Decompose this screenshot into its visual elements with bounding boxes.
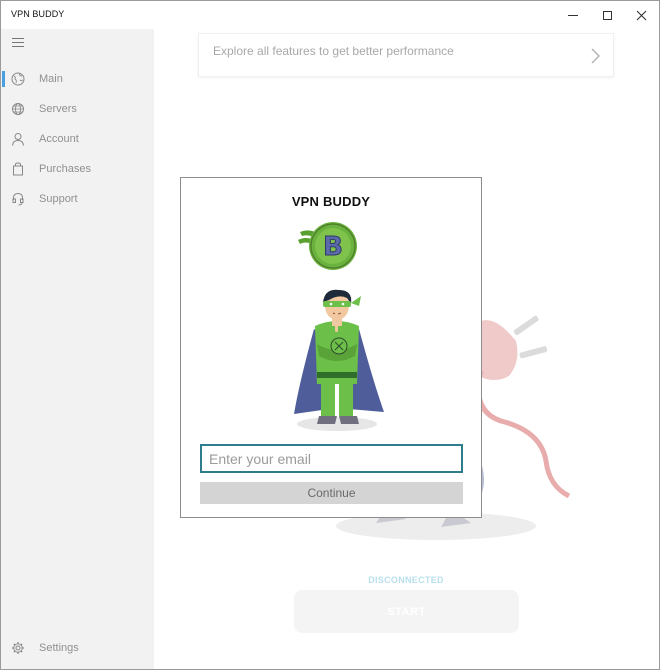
continue-button-label: Continue: [307, 486, 356, 500]
app-window: VPN BUDDY Main Servers Account Purchases…: [0, 0, 660, 670]
superhero-mascot-illustration: [294, 289, 384, 431]
dialog-title: VPN BUDDY: [291, 194, 371, 209]
svg-text:B: B: [323, 232, 343, 262]
window-title: VPN BUDDY: [11, 9, 65, 19]
sidebar-item-label: Account: [39, 133, 79, 145]
banner-text: Explore all features to get better perfo…: [213, 44, 454, 58]
sidebar-item-account[interactable]: Account: [1, 125, 154, 153]
start-button[interactable]: START: [294, 590, 519, 633]
maximize-button[interactable]: [590, 1, 624, 29]
sidebar-item-main[interactable]: Main: [1, 65, 154, 93]
login-dialog: VPN BUDDY B Enter your email Continue: [180, 177, 482, 518]
vpn-buddy-logo: B: [298, 222, 357, 270]
minimize-icon: [568, 14, 578, 16]
close-button[interactable]: [624, 1, 658, 29]
sidebar-item-purchases[interactable]: Purchases: [1, 155, 154, 183]
sidebar-item-label: Main: [39, 73, 63, 85]
continue-button[interactable]: Continue: [200, 482, 463, 504]
sidebar-item-label: Support: [39, 193, 78, 205]
connection-status: DISCONNECTED: [368, 575, 444, 585]
chevron-right-icon: [591, 48, 600, 64]
maximize-icon: [602, 10, 612, 20]
features-banner[interactable]: Explore all features to get better perfo…: [198, 33, 614, 77]
email-input[interactable]: [200, 444, 463, 473]
sidebar-item-label: Settings: [39, 642, 79, 654]
hamburger-menu-icon[interactable]: [12, 38, 24, 47]
sidebar: Main Servers Account Purchases Support S…: [1, 29, 154, 669]
gear-icon: [12, 642, 24, 654]
sidebar-item-label: Servers: [39, 103, 77, 115]
sidebar-item-settings[interactable]: Settings: [1, 634, 154, 662]
title-bar: VPN BUDDY: [1, 1, 659, 29]
bag-icon: [13, 162, 23, 176]
minimize-button[interactable]: [556, 1, 590, 29]
sidebar-item-label: Purchases: [39, 163, 91, 175]
sidebar-item-servers[interactable]: Servers: [1, 95, 154, 123]
sidebar-item-support[interactable]: Support: [1, 185, 154, 213]
close-icon: [636, 10, 646, 20]
person-icon: [12, 133, 24, 146]
start-button-label: START: [387, 605, 426, 618]
servers-globe-icon: [12, 103, 24, 115]
headset-icon: [12, 192, 24, 206]
active-indicator: [2, 71, 5, 87]
globe-icon: [11, 72, 25, 86]
